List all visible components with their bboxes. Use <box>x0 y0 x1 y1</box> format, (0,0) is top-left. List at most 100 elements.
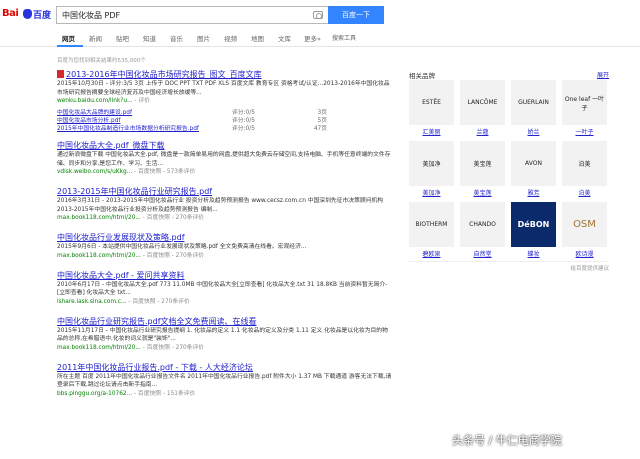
result-title-link[interactable]: 2013-2016年中国化妆品市场研究报告_图文_百度文库 <box>57 69 392 80</box>
result-item: 2013-2016年中国化妆品市场研究报告_图文_百度文库 2015年10月30… <box>57 69 392 132</box>
result-title-text: 2013-2016年中国化妆品市场研究报告_图文_百度文库 <box>66 70 262 79</box>
result-url-tail[interactable]: - 百度快照 - 270条评价 <box>143 345 204 351</box>
result-url[interactable]: ishare.iask.sina.com.c... <box>57 299 127 305</box>
result-url[interactable]: max.book118.com/html/20... <box>57 253 141 259</box>
result-abstract: 通过新浪微盘下载 中国化妆品大全.pdf, 微盘是一款简单易用的网盘,提供超大免… <box>57 152 391 167</box>
brand-name[interactable]: 兰蔻 <box>460 127 505 136</box>
result-url-tail[interactable]: - 百度快照 - 270条评价 <box>143 253 204 259</box>
sub-result-row: 中国化妆品大品牌的建设.pdf 评分:0/5 3页 <box>57 107 327 116</box>
brand-name[interactable]: 汇美丽 <box>409 127 454 136</box>
brand-logo: 泊美 <box>562 141 607 186</box>
brand-logo: OSM <box>562 202 607 247</box>
result-title-link[interactable]: 中国化妆品大全.pdf - 爱问共享资料 <box>57 270 392 281</box>
result-url-line: vdisk.weibo.com/s/uKkg... - 百度快照 - 573条评… <box>57 168 392 177</box>
result-url[interactable]: max.book118.com/html/20... <box>57 345 141 351</box>
brand-card[interactable]: BIOTHERM 碧欧泉 <box>409 202 454 260</box>
search-query[interactable]: 中国化妆品 PDF <box>62 10 120 21</box>
brand-logo: AVON <box>511 141 556 186</box>
result-item: 中国化妆品行业研究报告.pdf文档全文免费阅读、在线看 2015年11月17日 … <box>57 316 392 353</box>
brand-name[interactable]: 蝶妆 <box>511 249 556 258</box>
brand-card[interactable]: 美加净 美加净 <box>409 141 454 199</box>
active-tab-indicator <box>57 45 83 47</box>
search-tools-button[interactable]: 搜索工具 <box>332 33 356 42</box>
brand-card[interactable]: ESTĒE 汇美丽 <box>409 80 454 138</box>
camera-icon[interactable] <box>313 11 323 19</box>
brand-name[interactable]: 自然堂 <box>460 249 505 258</box>
result-title-link[interactable]: 中国化妆品行业研究报告.pdf文档全文免费阅读、在线看 <box>57 316 392 327</box>
result-url-tail[interactable]: - 百度快照 - 270条评价 <box>143 215 204 221</box>
tab-web[interactable]: 网页 <box>62 33 75 43</box>
pdf-icon <box>57 70 64 78</box>
brand-card[interactable]: DéBON 蝶妆 <box>511 202 556 260</box>
result-url-tail[interactable]: - 百度快照 - 270条评价 <box>128 299 189 305</box>
brand-logo: ESTĒE <box>409 80 454 125</box>
brand-name[interactable]: 欧诗漫 <box>562 249 607 258</box>
watermark: 头条号 / 牛仁电商学院 <box>452 434 562 447</box>
brand-name[interactable]: 泊美 <box>562 188 607 197</box>
result-url-tail[interactable]: - 评价 <box>134 98 150 104</box>
tab-more[interactable]: 更多» <box>304 33 321 43</box>
result-url[interactable]: wenku.baidu.com/link?u... <box>57 98 133 104</box>
result-stats: 百度为您找到相关结果约535,000个 <box>57 58 146 64</box>
tab-wenku[interactable]: 文库 <box>278 33 291 43</box>
result-url-tail[interactable]: - 百度快照 - 573条评价 <box>134 169 195 175</box>
brand-name[interactable]: 美加净 <box>409 188 454 197</box>
feedback-link[interactable]: 给百度提供建议 <box>570 264 609 272</box>
brand-name[interactable]: 美宝莲 <box>460 188 505 197</box>
result-abstract: 2015年10月30日 - 评分:3/5 3页 上传于 DOC PPT TXT … <box>57 81 390 96</box>
brand-card[interactable]: One leaf 一叶子 一叶子 <box>562 80 607 138</box>
brand-name[interactable]: 雅芳 <box>511 188 556 197</box>
brand-card[interactable]: OSM 欧诗漫 <box>562 202 607 260</box>
brand-name[interactable]: 娇兰 <box>511 127 556 136</box>
brand-card[interactable]: 美宝莲 美宝莲 <box>460 141 505 199</box>
nav-tabs: 网页 新闻 贴吧 知道 音乐 图片 视频 地图 文库 更多» 搜索工具 <box>0 30 640 47</box>
result-url-line: bbs.pinggu.org/a-10762... - 百度快照 - 151条评… <box>57 390 392 399</box>
result-url-line: max.book118.com/html/20... - 百度快照 - 270条… <box>57 344 392 353</box>
result-title-link[interactable]: 2011年中国化妆品行业报告.pdf - 下载 - 人大经济论坛 <box>57 362 392 373</box>
result-url[interactable]: max.book118.com/html/20... <box>57 215 141 221</box>
brand-card[interactable]: LANCÔME 兰蔻 <box>460 80 505 138</box>
result-title-link[interactable]: 中国化妆品大全.pdf_微盘下载 <box>57 140 392 151</box>
result-abstract: 2016年3月31日 - 2013-2015年中国化妆品行业 投资分析及趋势预测… <box>57 198 384 213</box>
brand-card[interactable]: GUERLAIN 娇兰 <box>511 80 556 138</box>
search-input[interactable]: 中国化妆品 PDF <box>56 6 328 24</box>
result-url-line: ishare.iask.sina.com.c... - 百度快照 - 270条评… <box>57 298 392 307</box>
logo-text-cn: 百度 <box>33 11 52 21</box>
result-item: 2013-2015年中国化妆品行业研究报告.pdf 2016年3月31日 - 2… <box>57 186 392 223</box>
result-url[interactable]: vdisk.weibo.com/s/uKkg... <box>57 169 132 175</box>
result-abstract: 2015年9月6日 - 本站提供中国化妆品行业发展现状及策略.pdf 全文免费高… <box>57 244 307 250</box>
brand-logo: DéBON <box>511 202 556 247</box>
brand-logo: 美宝莲 <box>460 141 505 186</box>
brand-card[interactable]: 泊美 泊美 <box>562 141 607 199</box>
baidu-logo[interactable]: Bai 百度 <box>2 7 51 23</box>
result-abstract: 所在主题 百度 2011年中国化妆品行业报告文件名 2011年中国化妆品行业报告… <box>57 373 392 389</box>
header: Bai 百度 中国化妆品 PDF 百度一下 <box>0 0 640 30</box>
tab-tieba[interactable]: 贴吧 <box>116 33 129 43</box>
result-url[interactable]: bbs.pinggu.org/a-10762... <box>57 391 132 397</box>
result-url-tail[interactable]: - 百度快照 - 151条评价 <box>134 391 195 397</box>
brand-card[interactable]: CHANDO 自然堂 <box>460 202 505 260</box>
related-brands-panel: 相关品牌 展开 ESTĒE 汇美丽 LANCÔME 兰蔻 GUERLAIN 娇兰 On… <box>409 70 609 258</box>
tab-map[interactable]: 地图 <box>251 33 264 43</box>
brand-name[interactable]: 碧欧泉 <box>409 249 454 258</box>
tab-images[interactable]: 图片 <box>197 33 210 43</box>
result-url-line: wenku.baidu.com/link?u... - 评价 <box>57 97 392 106</box>
result-url-line: max.book118.com/html/20... - 百度快照 - 270条… <box>57 214 392 223</box>
tab-zhidao[interactable]: 知道 <box>143 33 156 43</box>
result-title-link[interactable]: 2013-2015年中国化妆品行业研究报告.pdf <box>57 186 392 197</box>
sub-result-link[interactable]: 2015年中国化妆品制造行业市场数据分析研究报告.pdf <box>57 123 199 132</box>
tab-music[interactable]: 音乐 <box>170 33 183 43</box>
brand-logo: BIOTHERM <box>409 202 454 247</box>
result-abstract: 2010年6月17日 - 中国化妆品大全.pdf 773 11.0MB 中国化妆… <box>57 281 388 297</box>
result-item: 中国化妆品大全.pdf - 爱问共享资料 2010年6月17日 - 中国化妆品大… <box>57 270 392 307</box>
search-button[interactable]: 百度一下 <box>328 6 384 24</box>
expand-link[interactable]: 展开 <box>597 70 609 79</box>
brand-card[interactable]: AVON 雅芳 <box>511 141 556 199</box>
tab-news[interactable]: 新闻 <box>89 33 102 43</box>
result-title-link[interactable]: 中国化妆品行业发展现状及策略.pdf <box>57 232 392 243</box>
paw-icon <box>23 9 32 19</box>
brand-name[interactable]: 一叶子 <box>562 127 607 136</box>
sub-results: 中国化妆品大品牌的建设.pdf 评分:0/5 3页 中国化妆品市场分析.pdf … <box>57 107 327 132</box>
tab-video[interactable]: 视频 <box>224 33 237 43</box>
brand-logo: LANCÔME <box>460 80 505 125</box>
